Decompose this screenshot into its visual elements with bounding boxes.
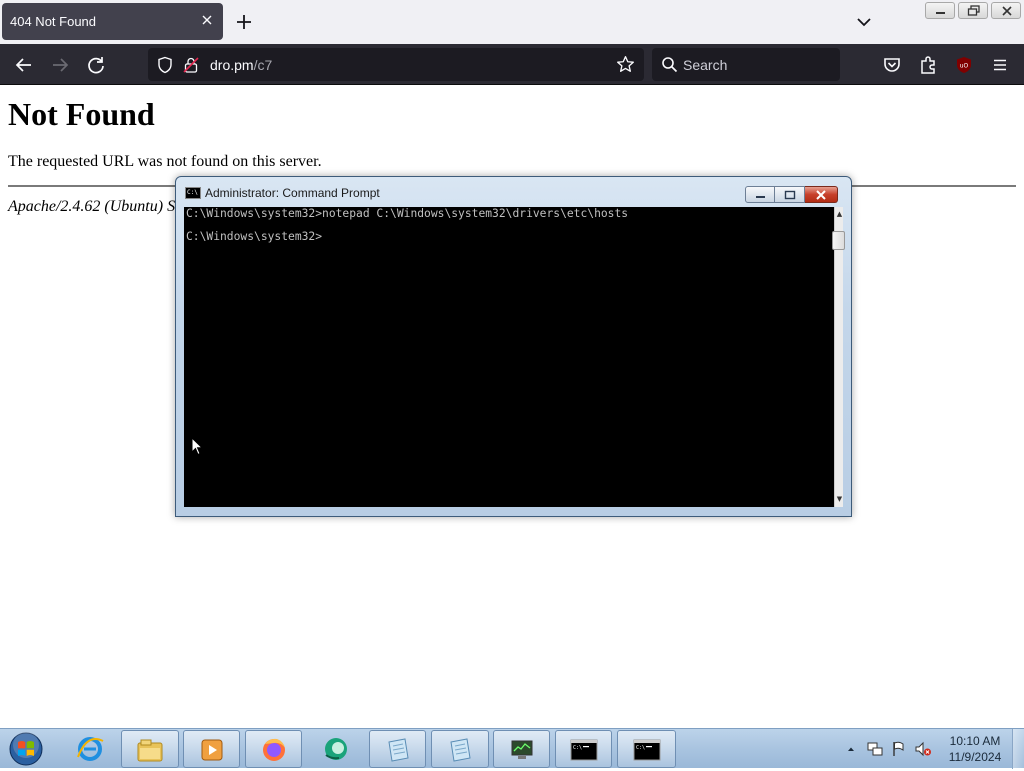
media-player-icon: [201, 739, 222, 761]
scroll-down-arrow-icon[interactable]: ▼: [836, 494, 843, 504]
svg-text:C:\: C:\: [573, 745, 582, 751]
taskbar-item-firefox[interactable]: [245, 730, 302, 768]
windows-start-orb-icon: [9, 732, 43, 766]
search-bar[interactable]: Search: [652, 48, 840, 81]
tab-strip: 404 Not Found: [0, 0, 1024, 44]
taskbar-item-cmd-2[interactable]: C:\: [617, 730, 676, 768]
cmd-maximize-button[interactable]: [775, 186, 805, 203]
chevron-down-icon[interactable]: [854, 12, 874, 32]
tracking-shield-icon[interactable]: [156, 56, 174, 74]
notepad-icon: [450, 738, 471, 762]
svg-text:C:\: C:\: [636, 745, 645, 751]
server-signature: Apache/2.4.62 (Ubuntu) S: [8, 198, 176, 215]
cmd-icon: C:\: [633, 739, 660, 761]
clock-time: 10:10 AM: [949, 734, 1001, 748]
url-host: dro.pm: [210, 57, 254, 73]
start-button[interactable]: [6, 731, 46, 767]
forward-arrow-icon[interactable]: [49, 54, 71, 76]
cmd-window-icon: C:\: [185, 187, 201, 199]
close-icon: [1002, 6, 1012, 16]
taskbar-item-media-player[interactable]: [183, 730, 240, 768]
taskbar-item-notepad-2[interactable]: [431, 730, 489, 768]
restore-button[interactable]: [958, 2, 988, 19]
insecure-lock-icon[interactable]: [182, 56, 200, 74]
url-path: /c7: [253, 57, 273, 73]
cmd-line: C:\Windows\system32>notepad C:\Windows\s…: [186, 207, 629, 220]
minimize-button[interactable]: [925, 2, 955, 19]
close-icon: [816, 190, 826, 200]
minimize-icon: [756, 196, 765, 198]
cmd-icon: C:\: [570, 739, 597, 761]
svg-text:uO: uO: [960, 63, 969, 70]
minimize-icon: [936, 12, 945, 14]
taskbar-item-system-monitor[interactable]: [493, 730, 550, 768]
mouse-cursor-icon: [191, 437, 203, 456]
new-tab-plus-icon[interactable]: [232, 11, 256, 33]
url-text: dro.pm/c7: [210, 57, 272, 73]
taskbar-item-ie[interactable]: [62, 730, 118, 768]
extensions-puzzle-icon[interactable]: [917, 54, 939, 76]
taskbar-item-explorer[interactable]: [121, 730, 179, 768]
search-icon: [662, 57, 678, 73]
ie-icon: [77, 737, 104, 761]
cmd-console-output[interactable]: C:\Windows\system32>notepad C:\Windows\s…: [184, 207, 834, 507]
cmd-close-button[interactable]: [805, 186, 838, 203]
folder-icon: [137, 739, 163, 762]
navigation-toolbar: dro.pm/c7 Search uO: [0, 44, 1024, 85]
monitor-icon: [511, 740, 532, 759]
scroll-up-arrow-icon[interactable]: ▲: [836, 209, 843, 219]
firefox-icon: [262, 738, 285, 761]
ublock-origin-icon[interactable]: uO: [953, 54, 975, 76]
tab-404-not-found[interactable]: 404 Not Found: [2, 3, 223, 40]
cmd-prompt-line: C:\Windows\system32>: [186, 230, 323, 243]
clock-date: 11/9/2024: [948, 750, 1002, 764]
close-window-button[interactable]: [991, 2, 1021, 19]
show-hidden-icons-icon[interactable]: [846, 744, 856, 754]
cmd-window-controls: [745, 186, 838, 203]
volume-muted-icon[interactable]: [914, 740, 932, 758]
taskbar: C:\ C:\ 10:10 AM 11/9/2024: [0, 728, 1024, 769]
green-circle-icon: [325, 738, 347, 760]
error-message: The requested URL was not found on this …: [8, 153, 322, 170]
show-desktop-button[interactable]: [1012, 729, 1024, 769]
command-prompt-window[interactable]: C:\ Administrator: Command Prompt C:\Win…: [175, 176, 852, 517]
close-tab-icon[interactable]: [199, 12, 215, 28]
cmd-window-title: Administrator: Command Prompt: [205, 186, 380, 200]
taskbar-item-notepad-1[interactable]: [369, 730, 426, 768]
action-center-flag-icon[interactable]: [890, 740, 908, 758]
pocket-icon[interactable]: [881, 54, 903, 76]
page-heading: Not Found: [8, 96, 155, 132]
clock[interactable]: 10:10 AM 11/9/2024: [940, 733, 1010, 765]
notepad-icon: [387, 738, 409, 762]
restore-icon: [967, 5, 980, 16]
cmd-vertical-scrollbar[interactable]: ▲ ▼: [832, 207, 845, 507]
bookmark-star-icon[interactable]: [616, 55, 635, 74]
url-bar[interactable]: dro.pm/c7: [148, 48, 644, 81]
back-arrow-icon[interactable]: [13, 54, 35, 76]
tab-title: 404 Not Found: [10, 14, 97, 29]
taskbar-item-cmd-1[interactable]: C:\: [555, 730, 612, 768]
search-placeholder: Search: [683, 57, 728, 73]
cmd-minimize-button[interactable]: [745, 186, 775, 203]
hamburger-menu-icon[interactable]: [989, 54, 1011, 76]
reload-icon[interactable]: [85, 54, 107, 76]
taskbar-item-green-app[interactable]: [308, 730, 364, 768]
maximize-icon: [784, 190, 796, 200]
network-icon[interactable]: [866, 740, 884, 758]
scrollbar-thumb[interactable]: [832, 231, 845, 250]
browser-window-controls: [925, 2, 1021, 20]
